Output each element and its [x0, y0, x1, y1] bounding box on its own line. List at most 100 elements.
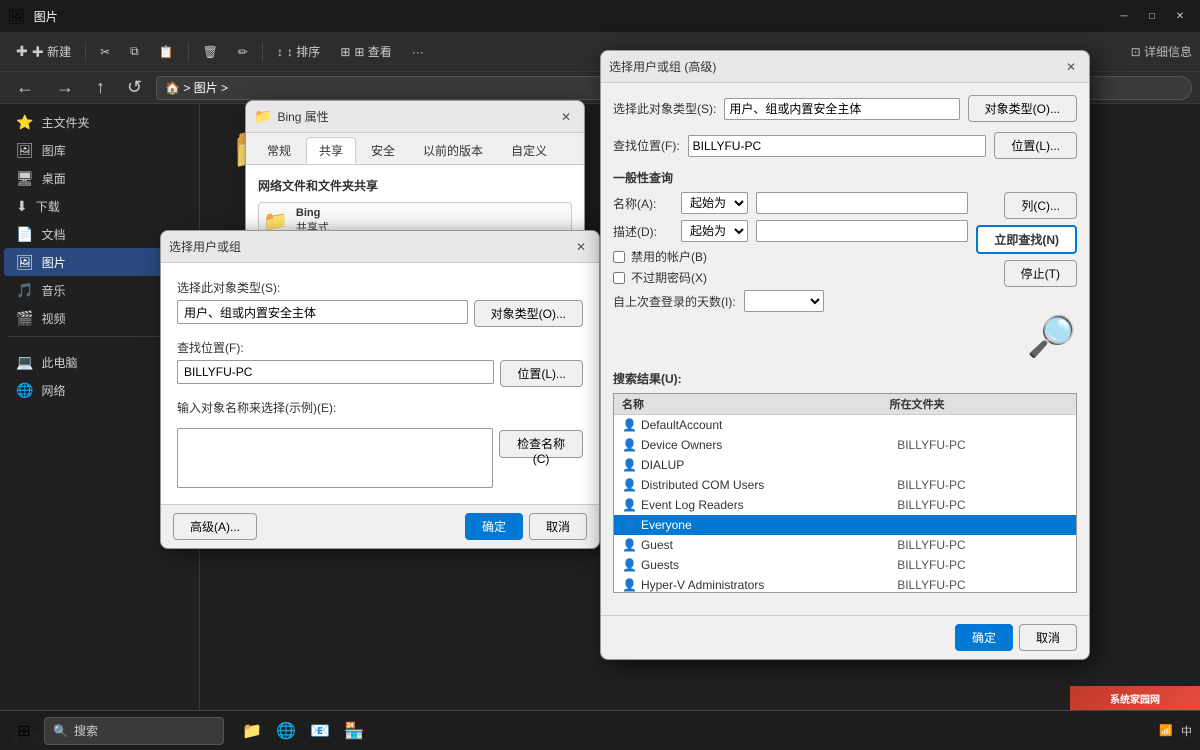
view-button[interactable]: ⊞ ⊞ 查看 [332, 38, 399, 66]
select-user-cancel-button[interactable]: 取消 [529, 513, 587, 540]
input-method[interactable]: 中 [1181, 723, 1192, 739]
result-icon-4: 👤 [622, 498, 637, 512]
check-name-button[interactable]: 检查名称(C) [499, 430, 583, 458]
sidebar-item-gallery[interactable]: 🖼 图库 [4, 136, 195, 164]
result-row-7[interactable]: 👤 Guests BILLYFU-PC [614, 555, 1076, 575]
forward-button[interactable]: → [48, 73, 82, 103]
select-user-body: 选择此对象类型(S): 用户、组或内置安全主体 对象类型(O)... 查找位置(… [161, 263, 599, 504]
results-container: 👤 DefaultAccount 👤 Device Owners BILLYFU… [614, 415, 1076, 593]
object-type-input: 用户、组或内置安全主体 [177, 300, 468, 324]
view-icon: ⊞ [340, 45, 350, 59]
select-user-close[interactable]: ✕ [571, 237, 591, 257]
start-button[interactable]: ⊞ [8, 715, 40, 747]
bing-dialog-icon: 📁 [254, 108, 271, 125]
music-icon: 🎵 [16, 282, 33, 299]
result-name-7: Guests [641, 558, 897, 572]
sidebar-thispc-label: 此电脑 [41, 354, 77, 371]
result-name-5: Everyone [641, 518, 897, 532]
taskbar-store-icon[interactable]: 🏪 [338, 715, 370, 747]
result-icon-6: 👤 [622, 538, 637, 552]
view-label: ⊞ 查看 [354, 43, 391, 60]
select-user-ok-button[interactable]: 确定 [465, 513, 523, 540]
cut-button[interactable]: ✂ [92, 38, 118, 66]
copy-button[interactable]: ⧉ [122, 38, 147, 66]
more-button[interactable]: ··· [404, 38, 432, 66]
bing-dialog-titlebar: 📁 Bing 属性 ✕ [246, 101, 584, 133]
adv-object-type-button[interactable]: 对象类型(O)... [968, 95, 1077, 122]
result-icon-1: 👤 [622, 438, 637, 452]
sidebar-item-home[interactable]: ⭐ 主文件夹 [4, 108, 195, 136]
tab-general[interactable]: 常规 [254, 137, 304, 164]
sidebar-item-downloads[interactable]: ⬇ 下载 [4, 192, 195, 220]
title-bar: 🖼 图片 ─ □ ✕ [0, 0, 1200, 32]
result-location-3: BILLYFU-PC [897, 478, 1068, 492]
taskbar-browser-icon[interactable]: 🌐 [270, 715, 302, 747]
taskbar-explorer-icon[interactable]: 📁 [236, 715, 268, 747]
taskbar-search-icon: 🔍 [53, 724, 68, 738]
advanced-close[interactable]: ✕ [1061, 57, 1081, 77]
adv-desc-filter[interactable]: 起始为 [681, 220, 748, 242]
minimize-button[interactable]: ─ [1112, 4, 1136, 28]
rename-button[interactable]: ✏ [230, 38, 256, 66]
result-row-5[interactable]: 👤 Everyone [614, 515, 1076, 535]
adv-name-input[interactable] [756, 192, 968, 214]
object-name-input[interactable] [177, 428, 493, 488]
adv-name-filter[interactable]: 起始为 [681, 192, 748, 214]
share-name: Bing [296, 207, 329, 219]
taskbar-mail-icon[interactable]: 📧 [304, 715, 336, 747]
bing-dialog-tabs: 常规 共享 安全 以前的版本 自定义 [246, 133, 584, 165]
result-row-8[interactable]: 👤 Hyper-V Administrators BILLYFU-PC [614, 575, 1076, 593]
result-row-2[interactable]: 👤 DIALUP [614, 455, 1076, 475]
result-row-6[interactable]: 👤 Guest BILLYFU-PC [614, 535, 1076, 555]
adv-location-button[interactable]: 位置(L)... [994, 132, 1077, 159]
result-row-0[interactable]: 👤 DefaultAccount [614, 415, 1076, 435]
network-status-icon[interactable]: 📶 [1159, 724, 1173, 737]
taskbar-icons: 📁 🌐 📧 🏪 [236, 715, 370, 747]
advanced-cancel-button[interactable]: 取消 [1019, 624, 1077, 651]
tab-custom[interactable]: 自定义 [498, 137, 560, 164]
object-type-button[interactable]: 对象类型(O)... [474, 300, 583, 327]
col-c-button[interactable]: 列(C)... [1004, 192, 1077, 219]
object-type-input-group: 用户、组或内置安全主体 对象类型(O)... [177, 300, 583, 327]
new-button[interactable]: ✚ ✚ 新建 [8, 38, 79, 66]
tab-previous[interactable]: 以前的版本 [410, 137, 496, 164]
advanced-ok-button[interactable]: 确定 [955, 624, 1013, 651]
adv-days-select[interactable] [744, 290, 824, 312]
back-button[interactable]: ← [8, 73, 42, 103]
paste-button[interactable]: 📋 [151, 38, 182, 66]
right-panel-btn[interactable]: ⊡ 详细信息 [1131, 43, 1192, 60]
result-row-1[interactable]: 👤 Device Owners BILLYFU-PC [614, 435, 1076, 455]
more-icon: ··· [412, 45, 424, 59]
search-results-list[interactable]: 名称 所在文件夹 👤 DefaultAccount 👤 Device Owner… [613, 393, 1077, 593]
sidebar-pictures-label: 图片 [42, 254, 66, 271]
col-name-header: 名称 [622, 396, 890, 412]
delete-button[interactable]: 🗑 [195, 38, 226, 66]
location-button[interactable]: 位置(L)... [500, 360, 583, 387]
adv-desc-input[interactable] [756, 220, 968, 242]
taskbar-right: 📶 中 [1159, 723, 1192, 739]
adv-disabled-checkbox[interactable] [613, 251, 625, 263]
copy-icon: ⧉ [130, 44, 139, 59]
adv-object-type-row: 选择此对象类型(S): 用户、组或内置安全主体 对象类型(O)... [613, 95, 1077, 122]
adv-noexpiry-row: 不过期密码(X) [613, 269, 968, 286]
stop-button[interactable]: 停止(T) [1004, 260, 1077, 287]
new-icon: ✚ [16, 43, 28, 60]
tab-share[interactable]: 共享 [306, 137, 356, 164]
up-button[interactable]: ↑ [88, 73, 113, 103]
result-location-4: BILLYFU-PC [897, 498, 1068, 512]
result-row-4[interactable]: 👤 Event Log Readers BILLYFU-PC [614, 495, 1076, 515]
adv-object-type-section: 选择此对象类型(S): 用户、组或内置安全主体 对象类型(O)... [613, 95, 1077, 122]
sidebar-network-label: 网络 [41, 382, 65, 399]
sidebar-item-desktop[interactable]: 🖥 桌面 [4, 164, 195, 192]
tab-security[interactable]: 安全 [358, 137, 408, 164]
bing-dialog-close[interactable]: ✕ [556, 107, 576, 127]
taskbar-search[interactable]: 🔍 搜索 [44, 717, 224, 745]
refresh-button[interactable]: ↺ [119, 73, 150, 103]
adv-noexpiry-checkbox[interactable] [613, 272, 625, 284]
find-now-button[interactable]: 立即查找(N) [976, 225, 1077, 254]
maximize-button[interactable]: □ [1140, 4, 1164, 28]
result-row-3[interactable]: 👤 Distributed COM Users BILLYFU-PC [614, 475, 1076, 495]
advanced-button[interactable]: 高级(A)... [173, 513, 257, 540]
sort-button[interactable]: ↕ ↕ 排序 [269, 38, 328, 66]
close-button[interactable]: ✕ [1168, 4, 1192, 28]
